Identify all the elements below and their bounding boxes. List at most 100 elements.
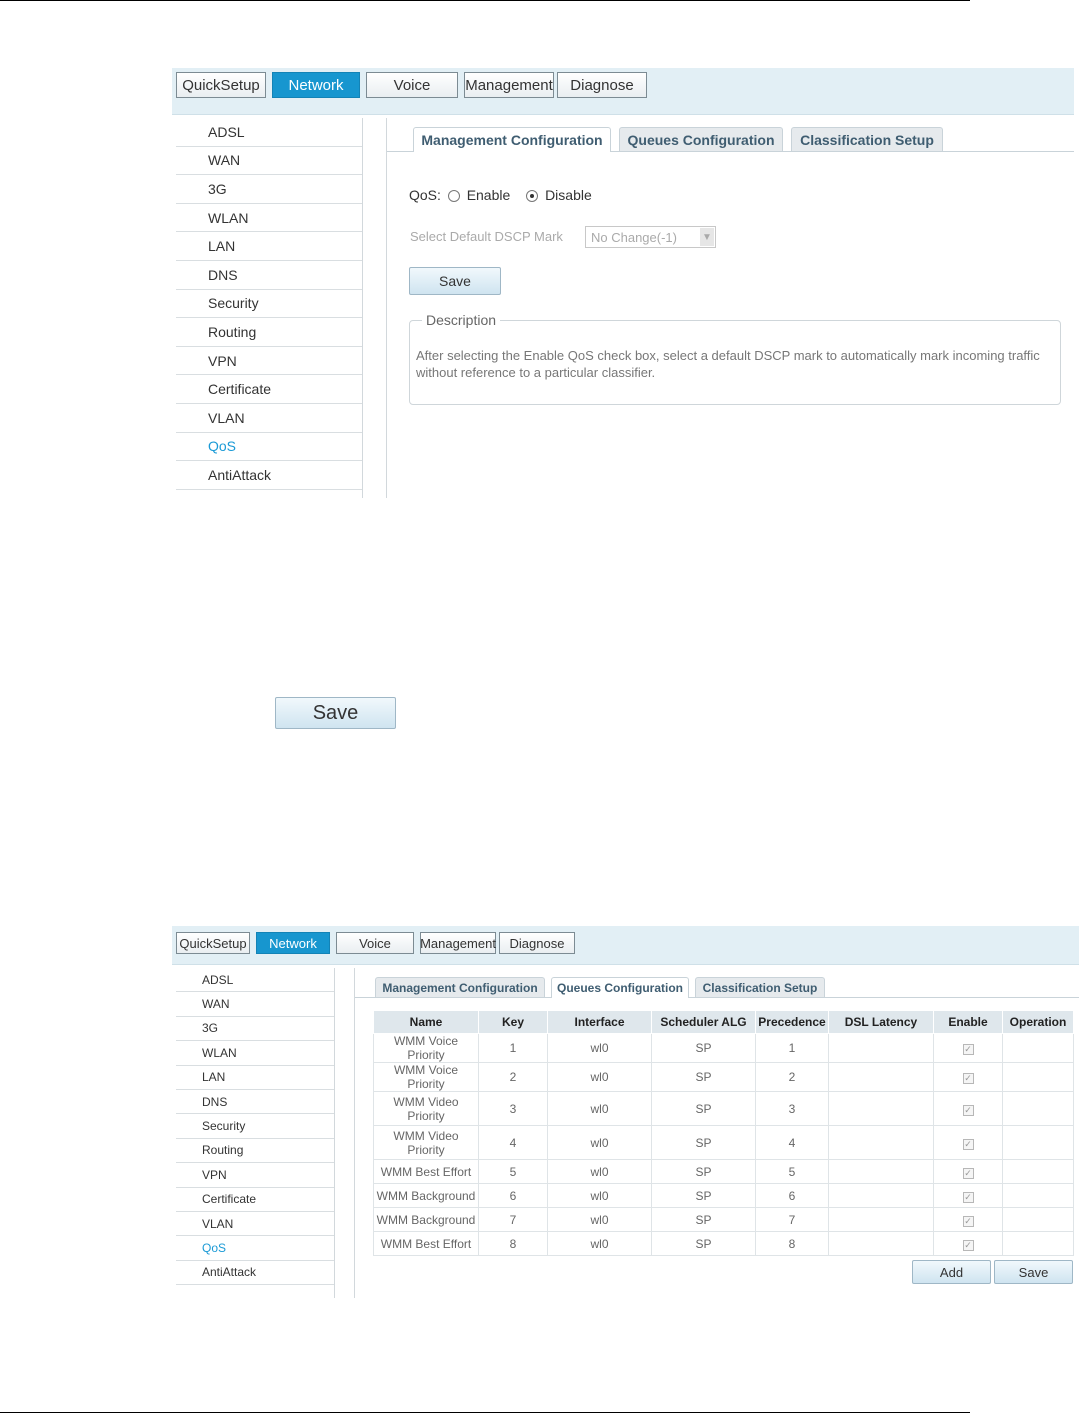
name-cell: WMM Voice Priority [373, 1033, 479, 1063]
enable-checkbox[interactable]: ✓ [962, 1239, 974, 1251]
sidebar-item-vpn[interactable]: VPN [176, 1163, 334, 1188]
nav-tab-network[interactable]: Network [256, 932, 330, 954]
content-panel: Management Configuration Queues Configura… [386, 118, 1074, 498]
table-row: WMM Video Priority 4 wl0 SP 4 ✓ [373, 1125, 1074, 1160]
enable-checkbox[interactable]: ✓ [962, 1138, 974, 1150]
name-cell: WMM Best Effort [373, 1159, 479, 1184]
nav-tab-diagnose[interactable]: Diagnose [557, 72, 647, 98]
sidebar-item-adsl[interactable]: ADSL [176, 118, 362, 147]
dscp-select[interactable]: No Change(-1) ▼ [585, 226, 716, 248]
nav-tab-diagnose[interactable]: Diagnose [499, 932, 575, 954]
enable-radio[interactable] [447, 190, 460, 203]
sidebar-item-lan[interactable]: LAN [176, 1066, 334, 1090]
sidebar-item-vpn[interactable]: VPN [176, 347, 362, 376]
sidebar-item-dns[interactable]: DNS [176, 1090, 334, 1115]
description-box: Description After selecting the Enable Q… [409, 312, 1061, 405]
dsl-latency-cell [828, 1091, 934, 1126]
tab-management-configuration[interactable]: Management Configuration [413, 127, 611, 152]
enable-cell: ✓ [933, 1207, 1003, 1232]
sidebar-item-wan[interactable]: WAN [176, 147, 362, 176]
enable-cell: ✓ [933, 1183, 1003, 1208]
nav-tab-management[interactable]: Management [464, 72, 554, 98]
name-cell: WMM Background [373, 1183, 479, 1208]
enable-checkbox[interactable]: ✓ [962, 1044, 974, 1055]
precedence-cell: 2 [755, 1062, 829, 1092]
dsl-latency-cell [828, 1207, 934, 1232]
tab-classification-setup[interactable]: Classification Setup [695, 977, 825, 997]
sidebar-item-adsl[interactable]: ADSL [176, 968, 334, 993]
dsl-latency-cell [828, 1033, 934, 1063]
tab-queues-configuration[interactable]: Queues Configuration [619, 127, 783, 151]
table-row: WMM Voice Priority 1 wl0 SP 1 ✓ [373, 1033, 1074, 1063]
enable-cell: ✓ [933, 1091, 1003, 1126]
disable-radio[interactable] [526, 190, 539, 203]
tab-queues-configuration[interactable]: Queues Configuration [551, 977, 689, 998]
sidebar-item-security[interactable]: Security [176, 290, 362, 319]
sidebar-item-dns[interactable]: DNS [176, 261, 362, 290]
main-nav: QuickSetup Network Voice Management Diagnose [176, 72, 647, 98]
enable-cell: ✓ [933, 1062, 1003, 1092]
sidebar-item-certificate[interactable]: Certificate [176, 1188, 334, 1212]
sidebar-item-qos[interactable]: QoS [176, 433, 362, 462]
sidebar-item-routing[interactable]: Routing [176, 318, 362, 347]
sidebar-item-wan[interactable]: WAN [176, 992, 334, 1017]
operation-cell [1002, 1231, 1074, 1256]
enable-checkbox[interactable]: ✓ [962, 1215, 974, 1227]
add-button[interactable]: Add [912, 1260, 991, 1284]
key-cell: 1 [478, 1033, 548, 1063]
name-cell: WMM Best Effort [373, 1231, 479, 1256]
description-title: Description [422, 312, 501, 328]
precedence-cell: 6 [755, 1183, 829, 1208]
tab-management-configuration[interactable]: Management Configuration [375, 977, 545, 997]
top-nav-bar: QuickSetup Network Voice Management Diagnose [172, 926, 1079, 965]
nav-tab-quicksetup[interactable]: QuickSetup [176, 932, 250, 954]
table-row: WMM Video Priority 3 wl0 SP 3 ✓ [373, 1091, 1074, 1126]
save-button-large[interactable]: Save [275, 697, 396, 729]
enable-checkbox[interactable]: ✓ [962, 1104, 974, 1116]
name-cell: WMM Video Priority [373, 1125, 479, 1160]
qos-queues-screenshot: QuickSetup Network Voice Management Diagnose… [172, 926, 1079, 1298]
sidebar-item-antiattack[interactable]: AntiAttack [176, 1261, 334, 1286]
enable-cell: ✓ [933, 1033, 1003, 1063]
sidebar-item-3g[interactable]: 3G [176, 1017, 334, 1042]
interface-cell: wl0 [547, 1159, 652, 1184]
sidebar-item-3g[interactable]: 3G [176, 175, 362, 204]
sidebar-item-wlan[interactable]: WLAN [176, 204, 362, 233]
enable-checkbox[interactable]: ✓ [962, 1167, 974, 1179]
enable-label: Enable [466, 187, 511, 203]
operation-cell [1002, 1125, 1074, 1160]
scheduler-cell: SP [651, 1062, 756, 1092]
sidebar-item-antiattack[interactable]: AntiAttack [176, 461, 362, 490]
nav-tab-network[interactable]: Network [272, 72, 360, 98]
sidebar-item-vlan[interactable]: VLAN [176, 1212, 334, 1237]
nav-tab-quicksetup[interactable]: QuickSetup [176, 72, 266, 98]
enable-checkbox[interactable]: ✓ [962, 1191, 974, 1203]
sidebar-item-wlan[interactable]: WLAN [176, 1041, 334, 1066]
interface-cell: wl0 [547, 1183, 652, 1208]
table-row: WMM Background 7 wl0 SP 7 ✓ [373, 1207, 1074, 1232]
nav-tab-voice[interactable]: Voice [366, 72, 458, 98]
scheduler-cell: SP [651, 1207, 756, 1232]
tab-classification-setup[interactable]: Classification Setup [791, 127, 943, 151]
precedence-cell: 8 [755, 1231, 829, 1256]
operation-cell [1002, 1159, 1074, 1184]
nav-tab-voice[interactable]: Voice [336, 932, 414, 954]
sidebar-item-routing[interactable]: Routing [176, 1139, 334, 1164]
sidebar-item-vlan[interactable]: VLAN [176, 404, 362, 433]
top-nav-bar: QuickSetup Network Voice Management Diagnose [172, 68, 1074, 115]
sidebar: ADSL WAN 3G WLAN LAN DNS Security Routing VPN Cer… [176, 118, 363, 498]
column-header-dsl-latency: DSL Latency [828, 1010, 934, 1034]
interface-cell: wl0 [547, 1033, 652, 1063]
qos-management-screenshot: QuickSetup Network Voice Management Diagnose… [172, 68, 1074, 498]
key-cell: 3 [478, 1091, 548, 1126]
save-button[interactable]: Save [409, 267, 501, 295]
sidebar-item-security[interactable]: Security [176, 1114, 334, 1139]
save-button[interactable]: Save [994, 1260, 1073, 1284]
sidebar-item-qos[interactable]: QoS [176, 1236, 334, 1261]
sidebar-item-certificate[interactable]: Certificate [176, 375, 362, 404]
nav-tab-management[interactable]: Management [420, 932, 496, 954]
enable-checkbox[interactable]: ✓ [962, 1073, 974, 1084]
precedence-cell: 1 [755, 1033, 829, 1063]
sidebar-item-lan[interactable]: LAN [176, 232, 362, 261]
key-cell: 7 [478, 1207, 548, 1232]
